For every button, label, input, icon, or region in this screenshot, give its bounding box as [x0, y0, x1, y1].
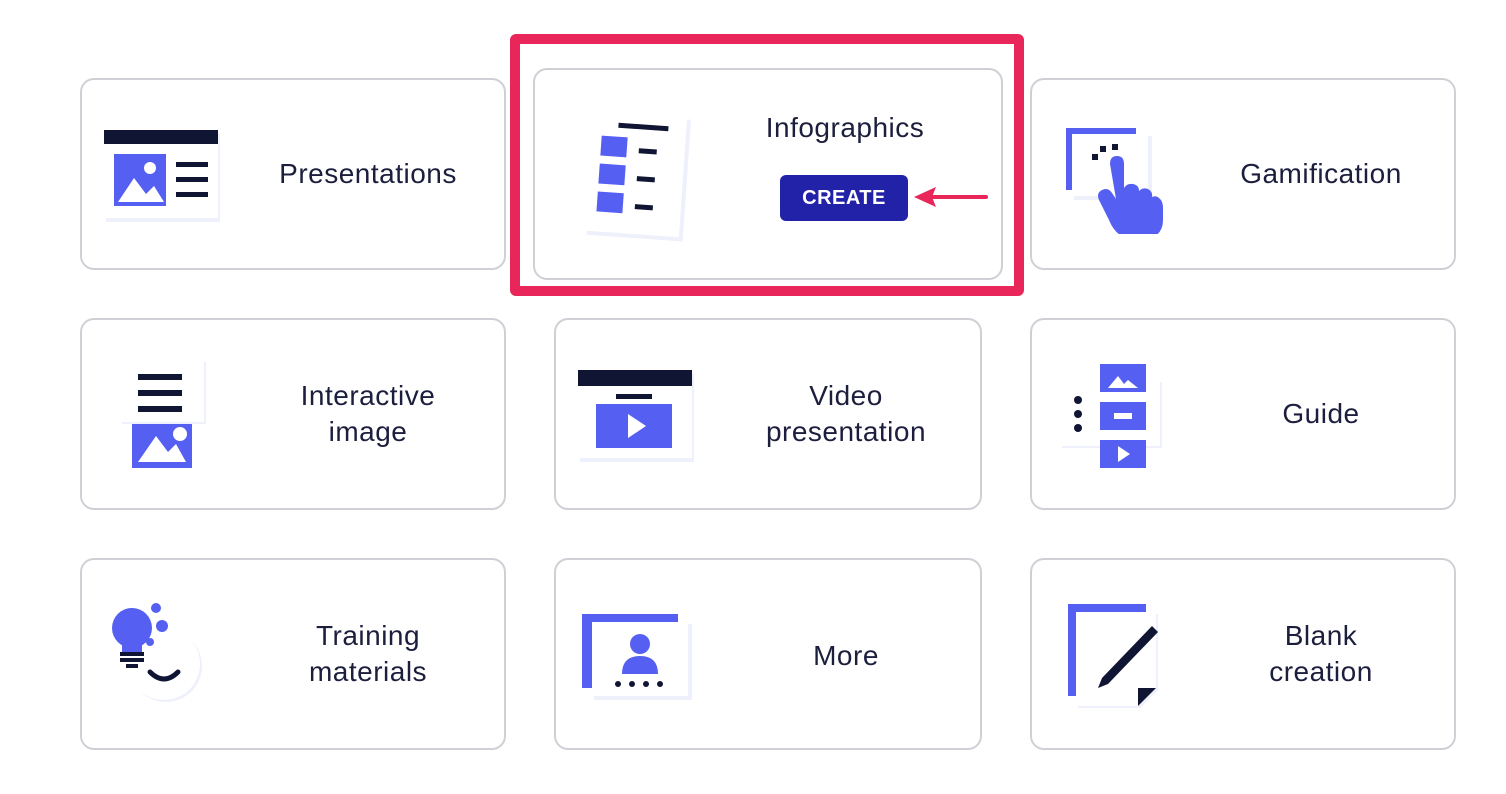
card-label: Presentations [279, 158, 457, 189]
card-label: Blank creation [1208, 618, 1434, 690]
arrow-icon [914, 187, 988, 207]
label-line: materials [308, 656, 428, 687]
card-label: Training materials [258, 618, 478, 690]
card-label: Interactive image [258, 378, 478, 450]
guide-icon [1060, 364, 1162, 468]
pen-paper-icon [1068, 604, 1158, 708]
label-line: creation [1269, 656, 1373, 687]
card-blank-creation[interactable]: Blank creation [1030, 558, 1456, 750]
card-label: Guide [1282, 398, 1360, 429]
create-button[interactable]: CREATE [780, 175, 908, 221]
card-guide[interactable]: Guide [1030, 318, 1456, 510]
card-gamification[interactable]: Gamification [1030, 78, 1456, 270]
card-label: More [813, 640, 879, 671]
label-line: image [328, 416, 408, 447]
label-line: presentation [765, 416, 927, 447]
more-icon [582, 614, 692, 700]
card-presentations[interactable]: Presentations [80, 78, 506, 270]
lightbulb-icon [112, 603, 202, 702]
label-line: Training [315, 620, 421, 651]
card-video-presentation[interactable]: Video presentation [554, 318, 982, 510]
highlight-frame [510, 34, 1024, 296]
label-line: Blank [1284, 620, 1358, 651]
card-more[interactable]: More [554, 558, 982, 750]
interactive-image-icon [120, 360, 206, 468]
tap-hand-icon [1066, 128, 1163, 234]
card-training-materials[interactable]: Training materials [80, 558, 506, 750]
presentation-icon [104, 130, 220, 222]
card-label: Video presentation [736, 378, 956, 450]
card-label: Gamification [1240, 158, 1402, 189]
label-line: Interactive [300, 380, 436, 411]
label-line: Video [809, 380, 883, 411]
card-interactive-image[interactable]: Interactive image [80, 318, 506, 510]
video-icon [578, 370, 694, 462]
